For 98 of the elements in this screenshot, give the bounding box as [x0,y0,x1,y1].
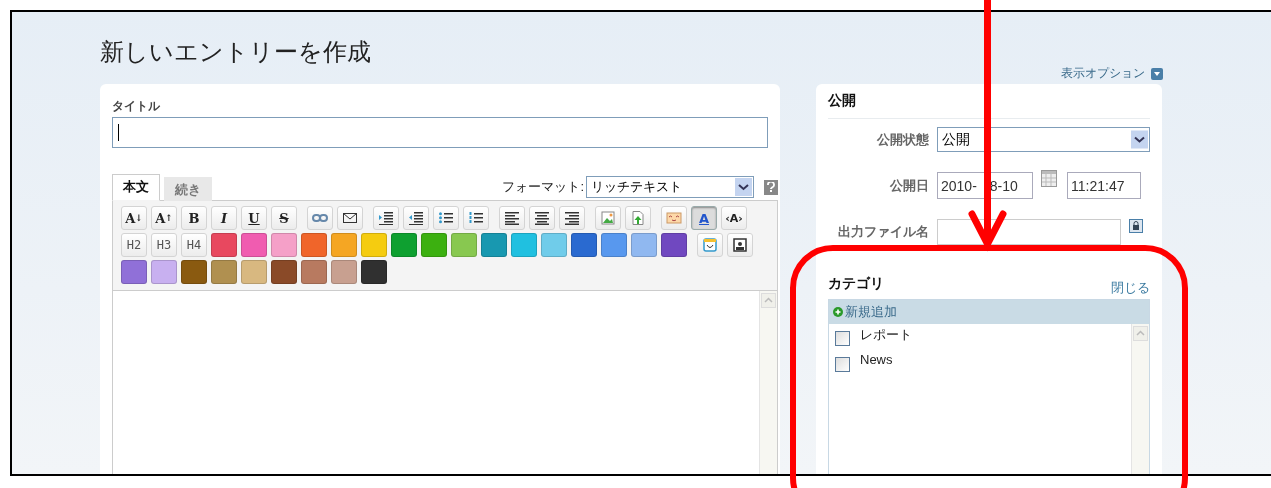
color-swatch[interactable] [121,260,147,284]
align-right-icon [564,211,580,225]
scroll-up-icon [761,293,776,308]
color-swatch[interactable] [511,233,537,257]
mail-button[interactable] [337,206,363,230]
add-category-button[interactable]: 新規追加 [829,300,1149,324]
color-swatch[interactable] [361,260,387,284]
color-swatch[interactable] [271,260,297,284]
help-icon[interactable] [764,179,778,195]
heading-button[interactable]: H4 [181,233,207,257]
text-cursor [118,124,119,141]
file-upload-icon [630,211,646,225]
field-label: 公開日 [889,176,929,195]
category-name: News [860,352,893,367]
status-select[interactable]: 公開 [937,127,1150,152]
color-swatch[interactable] [301,233,327,257]
view-options-link[interactable]: 表示オプション [1061,65,1163,82]
date-input[interactable]: 2010- 8-10 [937,172,1033,199]
color-swatch[interactable] [601,233,627,257]
checkbox[interactable] [835,357,850,372]
scrollbar[interactable] [759,291,777,474]
color-swatch[interactable] [181,260,207,284]
format-select[interactable]: リッチテキスト [586,176,754,198]
color-swatch[interactable] [241,260,267,284]
numbered-list-icon [468,211,484,225]
lock-icon[interactable] [1129,219,1143,233]
align-center-button[interactable] [529,206,555,230]
portrait-button[interactable] [727,233,753,257]
date-text: 8-10 [989,177,1018,194]
color-swatch[interactable] [421,233,447,257]
align-left-icon [504,211,520,225]
color-swatch[interactable] [151,260,177,284]
text-color-button[interactable]: A [691,206,717,230]
checkbox[interactable] [835,331,850,346]
page-title: 新しいエントリーを作成 [100,37,371,67]
outdent-button[interactable] [403,206,429,230]
editor-tab[interactable]: 続き [164,177,212,201]
field-label: 出力ファイル名 [837,223,929,241]
category-name: レポート [860,326,912,344]
link-button[interactable] [307,206,333,230]
font-smaller-button[interactable]: A↓ [121,206,147,230]
date-text: 2010- [941,177,977,194]
color-swatch[interactable] [571,233,597,257]
color-swatch[interactable] [361,233,387,257]
heading-button[interactable]: H3 [151,233,177,257]
align-left-button[interactable] [499,206,525,230]
format-label: フォーマット: [502,178,584,196]
frame-icon [702,238,718,252]
strikethrough-button[interactable]: S [271,206,297,230]
indent-icon [378,211,394,225]
color-swatch[interactable] [391,233,417,257]
underline-button[interactable]: U [241,206,267,230]
color-swatch[interactable] [211,233,237,257]
smiley-icon [666,211,682,225]
time-input[interactable]: 11:21:47 [1067,172,1141,199]
bold-button[interactable]: B [181,206,207,230]
color-swatch[interactable] [331,260,357,284]
bullet-list-button[interactable] [433,206,459,230]
color-swatch[interactable] [301,260,327,284]
bullet-list-icon [438,211,454,225]
dropdown-icon [1151,67,1163,80]
plus-icon [833,307,843,317]
scrollbar[interactable] [1131,324,1149,474]
filename-input[interactable] [937,219,1121,245]
category-heading: カテゴリ [828,275,884,293]
italic-button[interactable]: I [211,206,237,230]
align-center-icon [534,211,550,225]
title-label: タイトル [112,98,161,115]
editor-tab[interactable]: 本文 [112,174,160,201]
close-link[interactable]: 閉じる [1111,279,1150,297]
title-input[interactable] [112,117,768,148]
outdent-icon [408,211,424,225]
color-swatch[interactable] [631,233,657,257]
link-icon [312,211,328,225]
color-swatch[interactable] [541,233,567,257]
indent-button[interactable] [373,206,399,230]
html-tag-button[interactable]: ‹A› [721,206,747,230]
scroll-up-icon [1133,326,1148,341]
smiley-button[interactable] [661,206,687,230]
color-swatch[interactable] [661,233,687,257]
color-swatch[interactable] [451,233,477,257]
align-right-button[interactable] [559,206,585,230]
portrait-icon [732,238,748,252]
file-upload-button[interactable] [625,206,651,230]
editor-body[interactable] [112,291,778,474]
field-label: 公開状態 [876,130,929,149]
color-swatch[interactable] [211,260,237,284]
color-swatch[interactable] [331,233,357,257]
color-swatch[interactable] [271,233,297,257]
color-swatch[interactable] [481,233,507,257]
heading-button[interactable]: H2 [121,233,147,257]
image-icon [600,211,616,225]
mail-icon [342,211,358,225]
image-button[interactable] [595,206,621,230]
numbered-list-button[interactable] [463,206,489,230]
color-swatch[interactable] [241,233,267,257]
font-larger-button[interactable]: A↑ [151,206,177,230]
calendar-icon[interactable] [1041,170,1057,188]
